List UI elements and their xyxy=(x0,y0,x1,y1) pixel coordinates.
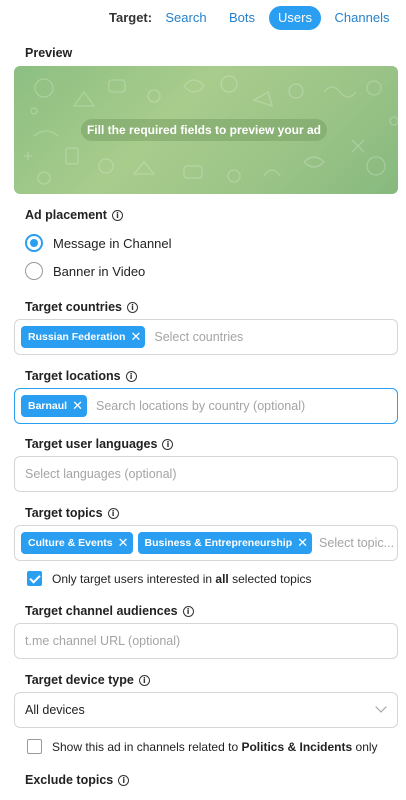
preview-title: Preview xyxy=(25,46,72,60)
target-languages-title-text: Target user languages xyxy=(25,437,158,451)
label-bold: Politics & Incidents xyxy=(241,739,353,754)
topics-select[interactable]: Culture & Events ✕ Business & Entreprene… xyxy=(14,525,398,561)
channel-url-placeholder[interactable]: t.me channel URL (optional) xyxy=(25,634,180,648)
target-label: Target: xyxy=(109,10,153,25)
ad-preview: Fill the required fields to preview your… xyxy=(14,66,398,194)
preview-message: Fill the required fields to preview your… xyxy=(81,119,327,141)
close-icon[interactable]: ✕ xyxy=(297,537,308,550)
info-icon[interactable]: i xyxy=(138,674,150,686)
tab-channels[interactable]: Channels xyxy=(328,6,396,30)
topic-chip: Business & Entrepreneurship ✕ xyxy=(137,532,313,554)
target-device-title-text: Target device type xyxy=(25,673,134,687)
checkbox-checked-icon[interactable] xyxy=(27,571,42,586)
target-locations-title-text: Target locations xyxy=(25,369,121,383)
target-countries-title-text: Target countries xyxy=(25,300,123,314)
politics-checkbox-row[interactable]: Show this ad in channels related to Poli… xyxy=(27,739,378,754)
label-part: Only target users interested in xyxy=(52,571,213,586)
exclude-topics-title-text: Exclude topics xyxy=(25,773,114,787)
chip-label: Culture & Events xyxy=(28,537,113,549)
target-topics-title: Target topics i xyxy=(25,506,119,520)
chevron-down-icon[interactable] xyxy=(375,701,387,713)
chip-label: Business & Entrepreneurship xyxy=(144,537,293,549)
target-languages-title: Target user languages i xyxy=(25,437,174,451)
label-bold: all xyxy=(215,571,229,586)
info-icon[interactable]: i xyxy=(125,370,137,382)
checkbox-unchecked-icon[interactable] xyxy=(27,739,42,754)
close-icon[interactable]: ✕ xyxy=(72,400,83,413)
info-icon[interactable]: i xyxy=(162,438,174,450)
info-icon[interactable]: i xyxy=(111,209,123,221)
device-select[interactable]: All devices xyxy=(14,692,398,728)
target-locations-title: Target locations i xyxy=(25,369,137,383)
countries-select[interactable]: Russian Federation ✕ Select countries xyxy=(14,319,398,355)
target-countries-title: Target countries i xyxy=(25,300,139,314)
close-icon[interactable]: ✕ xyxy=(130,331,141,344)
tab-search[interactable]: Search xyxy=(160,6,212,30)
chip-label: Barnaul xyxy=(28,400,68,412)
radio-unselected-icon[interactable] xyxy=(25,262,43,280)
locations-input[interactable]: Barnaul ✕ Search locations by country (o… xyxy=(14,388,398,424)
chip-label: Russian Federation xyxy=(28,331,126,343)
preview-title-text: Preview xyxy=(25,46,73,60)
target-audiences-title-text: Target channel audiences xyxy=(25,604,178,618)
ad-placement-title-text: Ad placement xyxy=(25,208,107,222)
exclude-topics-title: Exclude topics i xyxy=(25,773,130,787)
locations-placeholder[interactable]: Search locations by country (optional) xyxy=(96,399,305,413)
languages-placeholder[interactable]: Select languages (optional) xyxy=(25,467,177,481)
device-select-value: All devices xyxy=(25,703,85,717)
label-part: only xyxy=(355,739,378,754)
country-chip: Russian Federation ✕ xyxy=(21,326,146,348)
tab-bots[interactable]: Bots xyxy=(222,6,262,30)
target-device-title: Target device type i xyxy=(25,673,150,687)
close-icon[interactable]: ✕ xyxy=(118,537,129,550)
info-icon[interactable]: i xyxy=(182,605,194,617)
placement-message-in-channel[interactable]: Message in Channel xyxy=(25,234,172,252)
target-audiences-title: Target channel audiences i xyxy=(25,604,194,618)
target-bar: Target: Search Bots Users Channels xyxy=(0,6,406,30)
countries-placeholder[interactable]: Select countries xyxy=(154,330,243,344)
radio-label: Banner in Video xyxy=(53,263,146,279)
info-icon[interactable]: i xyxy=(107,507,119,519)
radio-selected-icon[interactable] xyxy=(25,234,43,252)
placement-banner-in-video[interactable]: Banner in Video xyxy=(25,262,145,280)
tab-users[interactable]: Users xyxy=(269,6,321,30)
only-interested-checkbox-row[interactable]: Only target users interested in all sele… xyxy=(27,571,312,586)
info-icon[interactable]: i xyxy=(118,774,130,786)
politics-label: Show this ad in channels related to Poli… xyxy=(52,740,378,754)
only-interested-label: Only target users interested in all sele… xyxy=(52,572,312,586)
channel-url-input[interactable]: t.me channel URL (optional) xyxy=(14,623,398,659)
ad-placement-title: Ad placement i xyxy=(25,208,123,222)
info-icon[interactable]: i xyxy=(127,301,139,313)
topics-placeholder[interactable]: Select topic... xyxy=(319,536,394,550)
label-part: selected topics xyxy=(232,571,312,586)
location-chip: Barnaul ✕ xyxy=(21,395,87,417)
languages-select[interactable]: Select languages (optional) xyxy=(14,456,398,492)
radio-label: Message in Channel xyxy=(53,235,172,251)
topic-chip: Culture & Events ✕ xyxy=(21,532,133,554)
label-part: Show this ad in channels related to xyxy=(52,739,239,754)
target-topics-title-text: Target topics xyxy=(25,506,103,520)
